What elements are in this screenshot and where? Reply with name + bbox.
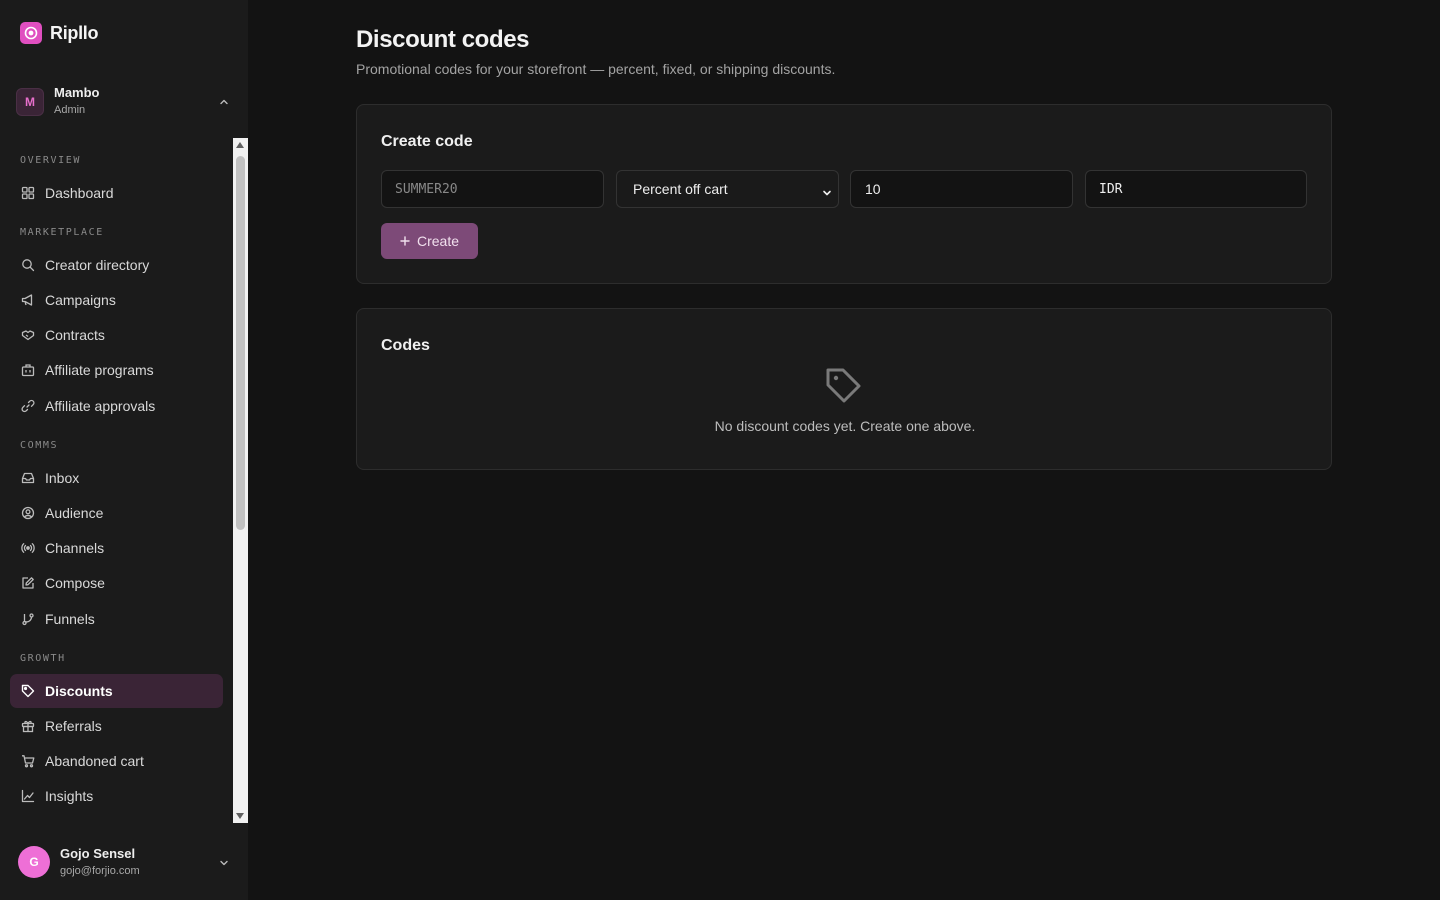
- currency-input[interactable]: IDR: [1085, 170, 1307, 208]
- sidebar-item-label: Insights: [45, 788, 94, 804]
- brand-name: Ripllo: [50, 22, 99, 43]
- grid-icon: [20, 186, 35, 201]
- chevron-down-icon: [218, 856, 230, 874]
- sidebar-item-label: Creator directory: [45, 257, 150, 273]
- nav-section-growth: GROWTH: [20, 653, 66, 664]
- workspace-name: Mambo: [54, 85, 100, 100]
- sidebar-item-compose[interactable]: Compose: [10, 566, 223, 600]
- sidebar-item-label: Abandoned cart: [45, 753, 144, 769]
- nav-section-comms: COMMS: [20, 440, 59, 451]
- chevron-up-icon: [218, 95, 230, 113]
- cart-icon: [20, 754, 35, 769]
- sidebar-item-label: Contracts: [45, 327, 105, 343]
- sidebar-item-label: Dashboard: [45, 185, 114, 201]
- tag-icon: [823, 365, 863, 410]
- page-title: Discount codes: [356, 26, 530, 53]
- create-button-label: Create: [416, 233, 460, 249]
- brand[interactable]: Ripllo: [20, 22, 99, 44]
- create-button[interactable]: Create: [381, 223, 478, 259]
- building-icon: [20, 363, 35, 378]
- sidebar-item-label: Audience: [45, 505, 104, 521]
- sidebar-item-label: Compose: [45, 575, 105, 591]
- nav-section-overview: OVERVIEW: [20, 155, 81, 166]
- scroll-up-arrow-icon[interactable]: [236, 142, 244, 148]
- sidebar-item-label: Discounts: [45, 683, 113, 699]
- create-code-title: Create code: [381, 133, 473, 150]
- codes-title: Codes: [381, 337, 430, 354]
- sidebar-item-campaigns[interactable]: Campaigns: [10, 283, 223, 317]
- sidebar-item-label: Campaigns: [45, 292, 116, 308]
- sidebar-item-dashboard[interactable]: Dashboard: [10, 176, 223, 210]
- sidebar-item-contracts[interactable]: Contracts: [10, 318, 223, 352]
- scroll-down-arrow-icon[interactable]: [236, 813, 244, 819]
- code-input[interactable]: SUMMER20: [381, 170, 604, 208]
- nav-section-marketplace: MARKETPLACE: [20, 227, 104, 238]
- sidebar-item-inbox[interactable]: Inbox: [10, 461, 223, 495]
- workspace-avatar: M: [16, 88, 44, 116]
- sidebar-item-label: Affiliate approvals: [45, 398, 156, 414]
- sidebar-nav: OVERVIEW Dashboard MARKETPLACE Creator d…: [0, 138, 233, 822]
- line-chart-icon: [20, 789, 35, 804]
- sidebar-item-label: Funnels: [45, 611, 95, 627]
- tag-icon: [20, 684, 35, 699]
- amount-input[interactable]: 10: [850, 170, 1073, 208]
- gift-icon: [20, 719, 35, 734]
- sidebar-item-abandoned-cart[interactable]: Abandoned cart: [10, 744, 223, 778]
- sidebar-item-channels[interactable]: Channels: [10, 531, 223, 565]
- workspace-switcher[interactable]: M Mambo Admin: [16, 84, 234, 120]
- sidebar-item-label: Channels: [45, 540, 105, 556]
- sidebar-item-label: Referrals: [45, 718, 102, 734]
- discount-type-select[interactable]: Percent off cart: [616, 170, 839, 208]
- empty-state-text: No discount codes yet. Create one above.: [714, 418, 976, 434]
- workspace-role: Admin: [54, 104, 86, 116]
- sidebar-item-affiliate-programs[interactable]: Affiliate programs: [10, 353, 223, 387]
- avatar: G: [18, 846, 50, 878]
- sidebar-item-affiliate-approvals[interactable]: Affiliate approvals: [10, 389, 223, 423]
- sidebar-item-discounts[interactable]: Discounts: [10, 674, 223, 708]
- megaphone-icon: [20, 293, 35, 308]
- sidebar-item-funnels[interactable]: Funnels: [10, 602, 223, 636]
- sidebar-item-insights[interactable]: Insights: [10, 779, 223, 813]
- sidebar-item-audience[interactable]: Audience: [10, 496, 223, 530]
- sidebar-scrollbar[interactable]: [233, 138, 248, 823]
- handshake-icon: [20, 328, 35, 343]
- sidebar-item-referrals[interactable]: Referrals: [10, 709, 223, 743]
- git-branch-icon: [20, 612, 35, 627]
- plus-icon: [400, 233, 410, 249]
- discount-type-value: Percent off cart: [633, 181, 728, 197]
- scrollbar-thumb[interactable]: [236, 156, 245, 530]
- sidebar: Ripllo M Mambo Admin OVERVIEW Dashboard …: [0, 0, 248, 900]
- inbox-icon: [20, 471, 35, 486]
- ripllo-logo-icon: [20, 22, 42, 44]
- user-menu[interactable]: G Gojo Sensel gojo@forjio.com: [18, 844, 234, 880]
- edit-icon: [20, 576, 35, 591]
- sidebar-item-label: Inbox: [45, 470, 80, 486]
- codes-card: Codes No discount codes yet. Create one …: [356, 308, 1332, 470]
- link-icon: [20, 399, 35, 414]
- radio-icon: [20, 541, 35, 556]
- user-name: Gojo Sensel: [60, 845, 136, 861]
- user-email: gojo@forjio.com: [60, 864, 140, 877]
- user-circle-icon: [20, 506, 35, 521]
- sidebar-item-label: Affiliate programs: [45, 362, 154, 378]
- create-code-card: Create code SUMMER20 Percent off cart 10…: [356, 104, 1332, 284]
- chevron-down-icon: [822, 185, 832, 201]
- search-icon: [20, 258, 35, 273]
- sidebar-item-creator-directory[interactable]: Creator directory: [10, 248, 223, 282]
- page-subtitle: Promotional codes for your storefront — …: [356, 61, 836, 77]
